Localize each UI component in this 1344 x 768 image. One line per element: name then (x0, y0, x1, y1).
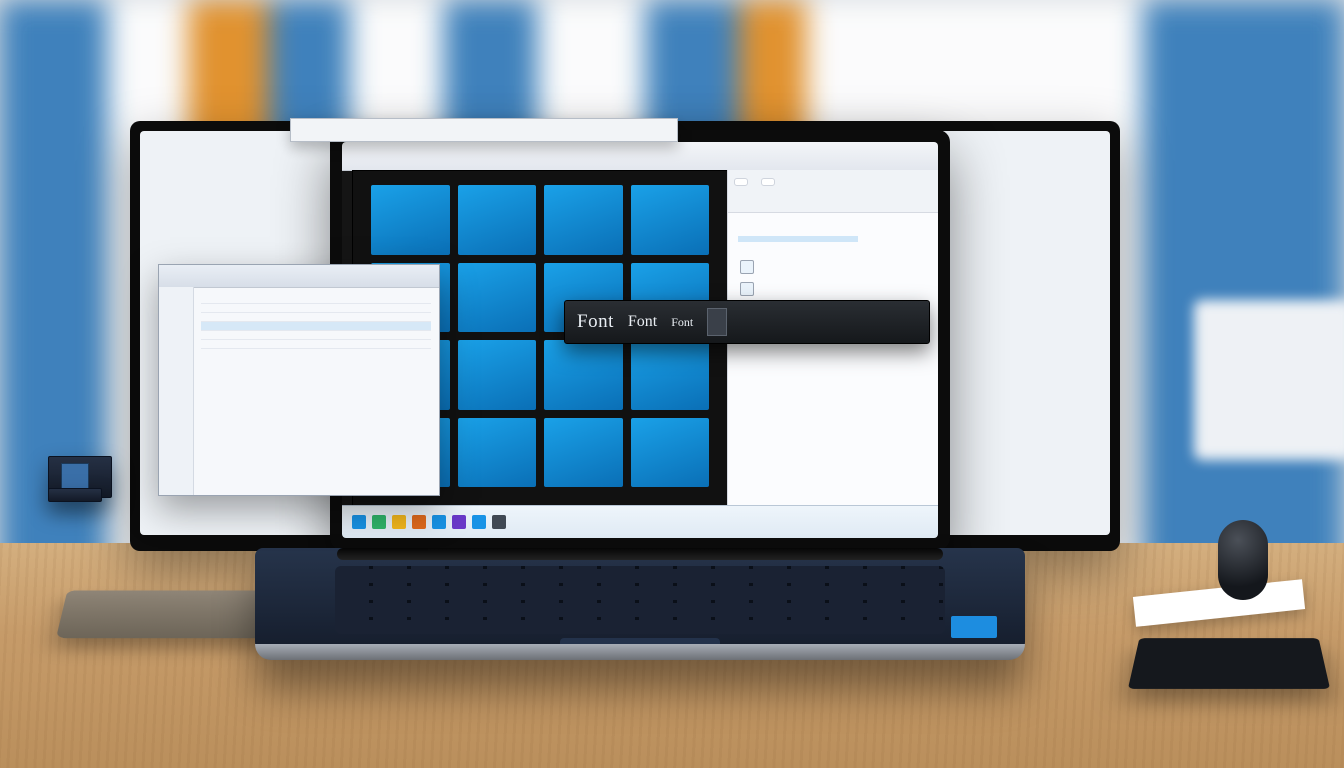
item-icon (740, 260, 754, 274)
external-keyboard[interactable] (1128, 638, 1330, 689)
tile[interactable] (631, 418, 710, 488)
item-icon (740, 282, 754, 296)
keyboard[interactable] (335, 566, 945, 634)
tile[interactable] (458, 340, 537, 410)
ribbon (728, 170, 938, 213)
dialog-row[interactable] (201, 313, 431, 322)
window-titlebar (342, 142, 938, 171)
panel-item[interactable] (738, 278, 928, 300)
brand-sticker (951, 616, 997, 638)
taskbar-icon[interactable] (492, 515, 506, 529)
scene: Font Font Font (0, 0, 1344, 768)
laptop-hinge (337, 548, 943, 560)
tile[interactable] (458, 185, 537, 255)
font-sample-medium: Font (628, 313, 657, 331)
ribbon-button[interactable] (734, 178, 748, 186)
dialog-body (193, 287, 439, 495)
dialog-row[interactable] (201, 340, 431, 349)
taskbar-icon[interactable] (472, 515, 486, 529)
taskbar-icon[interactable] (352, 515, 366, 529)
tile[interactable] (458, 418, 537, 488)
mouse[interactable] (1218, 520, 1268, 600)
taskbar-icon[interactable] (372, 515, 386, 529)
font-sample-large: Font (577, 311, 614, 333)
taskbar-icon[interactable] (452, 515, 466, 529)
dialog-row[interactable] (201, 331, 431, 340)
dialog-sidebar (159, 287, 194, 495)
tile[interactable] (544, 185, 623, 255)
tile[interactable] (631, 340, 710, 410)
dialog-row-selected[interactable] (201, 322, 431, 331)
font-chip-icon (707, 308, 727, 336)
dialog-row[interactable] (201, 304, 431, 313)
printer (1194, 300, 1344, 460)
font-sample-small: Font (671, 315, 693, 330)
caption-card (48, 488, 102, 502)
taskbar-icon[interactable] (432, 515, 446, 529)
tile[interactable] (458, 263, 537, 333)
tile[interactable] (371, 185, 450, 255)
tile[interactable] (544, 418, 623, 488)
panel-item[interactable] (738, 256, 928, 278)
tablet-mat (56, 590, 278, 638)
tile[interactable] (544, 340, 623, 410)
taskbar-icon[interactable] (392, 515, 406, 529)
progress-bar (738, 236, 858, 242)
tile[interactable] (631, 185, 710, 255)
dialog-title (159, 265, 439, 288)
taskbar-icon[interactable] (412, 515, 426, 529)
floating-tabbar[interactable] (290, 118, 678, 142)
laptop-base (255, 548, 1025, 660)
caption-thumb-icon (61, 463, 89, 491)
laptop-front-edge (255, 644, 1025, 660)
taskbar (342, 505, 938, 538)
font-toolbar[interactable]: Font Font Font (564, 300, 930, 344)
ribbon-button[interactable] (761, 178, 775, 186)
dialog-row[interactable] (201, 295, 431, 304)
dialog-window[interactable] (158, 264, 440, 496)
